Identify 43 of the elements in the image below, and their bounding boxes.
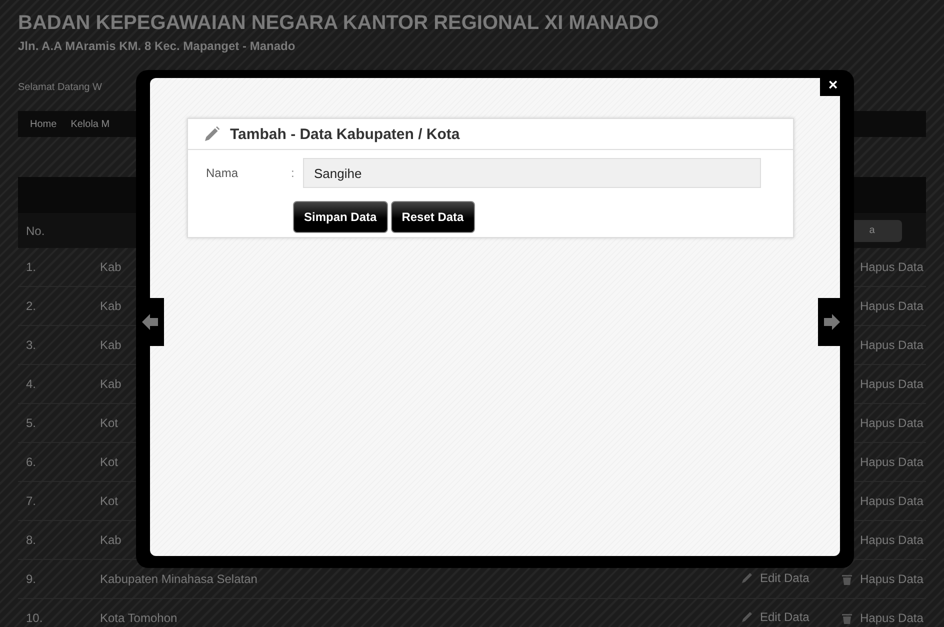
table-cell-text: 4.: [25, 377, 38, 391]
column-header: No.: [25, 224, 46, 238]
table-cell-text: 3.: [25, 338, 38, 352]
table-cell-text: 8.: [25, 533, 38, 547]
delete-link[interactable]: Hapus Data: [840, 611, 926, 625]
table-cell: Kab: [100, 533, 122, 547]
trash-icon: [840, 611, 854, 625]
table-cell: Kab: [100, 377, 122, 391]
table-cell-text: 9.: [25, 572, 38, 586]
table-cell-text: 2.: [25, 299, 38, 313]
table-cell: Kot: [100, 494, 118, 508]
right-arrow-icon: [823, 312, 841, 332]
table-cell: Kab: [100, 338, 122, 352]
table-cell: Kot: [100, 416, 118, 430]
pencil-icon: [740, 610, 754, 624]
site-title: BADAN KEPEGAWAIAN NEGARA KANTOR REGIONAL XI MANADO: [18, 11, 659, 35]
table-cell-text: 10.: [25, 611, 44, 625]
table-cell: Kota Tomohon: [100, 611, 178, 625]
nav-link[interactable]: Kelola M: [70, 118, 110, 130]
table-cell: Kot: [100, 455, 118, 469]
form-title: Tambah - Data Kabupaten / Kota: [230, 126, 460, 142]
left-arrow-icon: [141, 312, 159, 332]
table-cell-text: 6.: [25, 455, 38, 469]
pencil-icon: [204, 126, 220, 142]
site-address: Jln. A.A MAramis KM. 8 Kec. Mapanget - Manado: [18, 39, 296, 53]
edit-link[interactable]: Edit Data: [740, 610, 810, 624]
trash-icon: [840, 572, 854, 586]
edit-link[interactable]: Edit Data: [740, 570, 810, 584]
table-cell: Kabupaten Minahasa Selatan: [100, 572, 258, 586]
delete-link[interactable]: Hapus Data: [840, 572, 926, 586]
table-cell-text: 1.: [25, 260, 38, 274]
field-label: Nama: [205, 166, 240, 180]
table-cell: Kab: [100, 260, 122, 274]
nav-link[interactable]: Home: [30, 118, 57, 130]
form-button[interactable]: Reset Data: [390, 201, 475, 233]
colon-text: :: [291, 166, 296, 180]
name-input-field[interactable]: Sangihe: [303, 158, 761, 188]
pencil-icon: [740, 570, 754, 584]
table-cell-text: 7.: [25, 494, 38, 508]
table-cell-text: 5.: [25, 416, 38, 430]
form-button[interactable]: Simpan Data: [293, 201, 388, 233]
table-cell: Kab: [100, 299, 122, 313]
welcome-text: Selamat Datang W: [18, 82, 102, 93]
